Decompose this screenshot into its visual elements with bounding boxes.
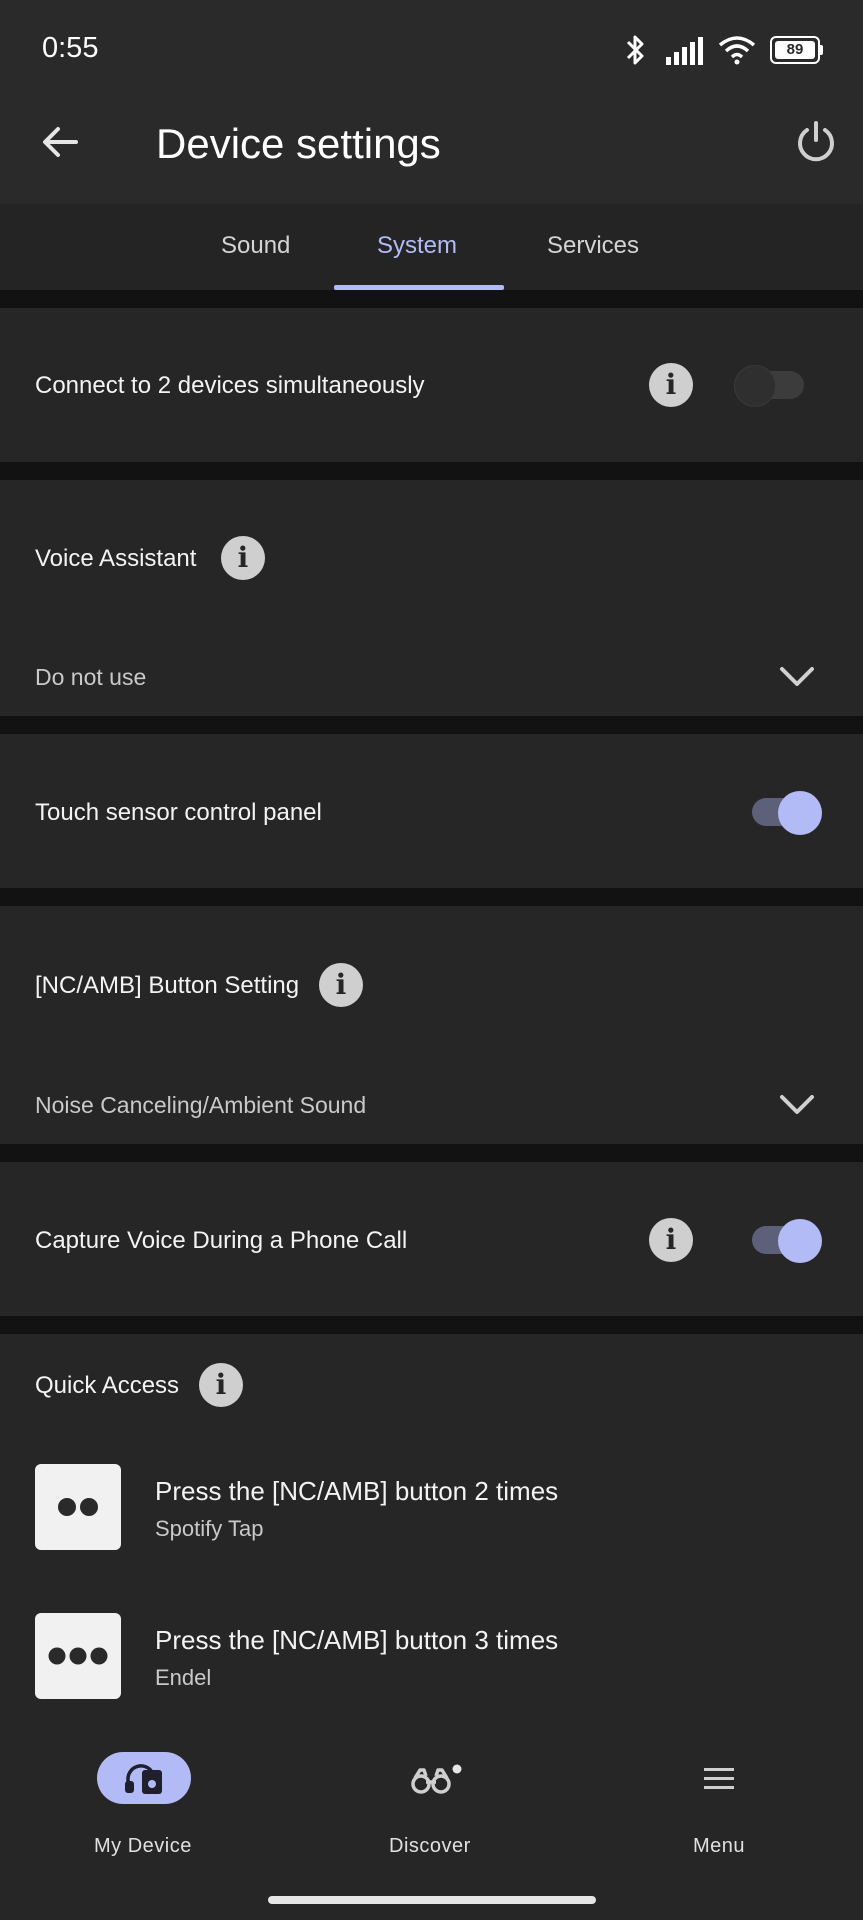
tab-active-indicator [334, 285, 504, 290]
signal-icon [666, 37, 703, 65]
battery-level: 89 [775, 41, 815, 59]
toggle-thumb [734, 365, 776, 407]
home-indicator [268, 1896, 596, 1904]
quick-access-item-title: Press the [NC/AMB] button 2 times [155, 1476, 559, 1506]
info-icon[interactable]: i [319, 963, 363, 1007]
nc-amb-dropdown[interactable]: Noise Canceling/Ambient Sound [0, 1068, 863, 1142]
triple-dot-icon [35, 1613, 121, 1699]
hamburger-icon [704, 1768, 734, 1789]
voice-assistant-dropdown[interactable]: Do not use [0, 640, 863, 714]
info-icon[interactable]: i [649, 1218, 693, 1262]
page-title: Device settings [156, 120, 441, 167]
status-time: 0:55 [42, 32, 99, 64]
touch-sensor-toggle[interactable] [750, 789, 822, 835]
quick-access-item[interactable]: Press the [NC/AMB] button 3 times Endel [0, 1599, 863, 1715]
status-icons: 89 [622, 30, 823, 70]
double-dot-icon [35, 1464, 121, 1550]
voice-assistant-label: Voice Assistant [35, 545, 197, 572]
quick-access-item[interactable]: Press the [NC/AMB] button 2 times Spotif… [0, 1450, 863, 1566]
back-arrow-icon[interactable] [36, 118, 84, 166]
battery-icon: 89 [770, 36, 823, 64]
quick-access-label: Quick Access [35, 1372, 180, 1399]
nav-my-device-label: My Device [94, 1835, 192, 1857]
tab-system[interactable]: System [377, 232, 457, 260]
quick-access-item-subtitle: Endel [155, 1665, 212, 1690]
nc-amb-value: Noise Canceling/Ambient Sound [35, 1092, 367, 1118]
power-icon[interactable] [792, 118, 840, 166]
bluetooth-icon [626, 35, 644, 65]
voice-assistant-value: Do not use [35, 664, 147, 690]
capture-voice-label: Capture Voice During a Phone Call [35, 1227, 408, 1254]
info-icon[interactable]: i [221, 536, 265, 580]
chevron-down-icon [780, 1095, 814, 1114]
toggle-thumb [778, 791, 822, 835]
nc-amb-label: [NC/AMB] Button Setting [35, 972, 300, 999]
toggle-thumb [778, 1219, 822, 1263]
touch-sensor-label: Touch sensor control panel [35, 799, 322, 826]
wifi-icon [718, 36, 756, 65]
connect-toggle[interactable] [734, 363, 804, 407]
quick-access-item-subtitle: Spotify Tap [155, 1516, 264, 1541]
nav-discover-label: Discover [389, 1835, 471, 1857]
capture-voice-toggle[interactable] [750, 1217, 822, 1263]
info-icon[interactable]: i [649, 363, 693, 407]
quick-access-item-title: Press the [NC/AMB] button 3 times [155, 1625, 559, 1655]
binoculars-icon [411, 1764, 462, 1794]
headphones-icon [125, 1764, 162, 1794]
nav-my-device-pill [97, 1752, 191, 1804]
nav-menu-label: Menu [693, 1835, 746, 1857]
tab-sound[interactable]: Sound [221, 232, 290, 260]
chevron-down-icon [780, 667, 814, 686]
connect-label: Connect to 2 devices simultaneously [35, 372, 425, 399]
tab-services[interactable]: Services [547, 232, 639, 260]
info-icon[interactable]: i [199, 1363, 243, 1407]
